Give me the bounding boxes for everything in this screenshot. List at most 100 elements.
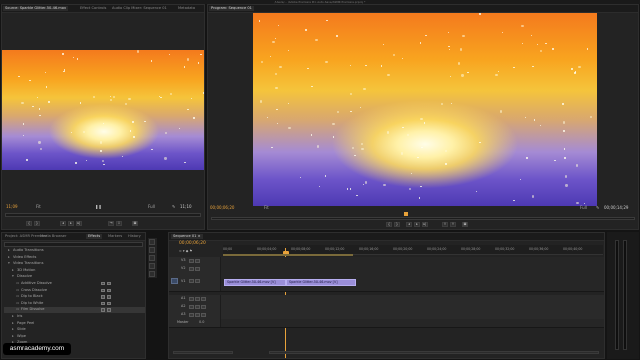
source-patch-v1[interactable] [171, 278, 178, 284]
effects-tree-item[interactable]: ▸ Iris [4, 314, 145, 320]
effects-tree-item[interactable]: ▭ Dip to White [4, 301, 145, 307]
track-v3-label: V3 [181, 258, 186, 262]
selection-tool-icon[interactable] [149, 239, 155, 245]
sparkle-particle [144, 120, 146, 122]
source-time-ruler[interactable] [5, 213, 201, 217]
tab-sequence-01[interactable]: Sequence 01 × [171, 234, 203, 239]
tab-program[interactable]: Program: Sequence 01 [209, 6, 254, 11]
track-v1-eye-icon[interactable] [195, 279, 200, 283]
program-step-back-button[interactable]: ◂ [406, 222, 412, 227]
program-transport: { } ◂ ▸ ▸| ⇧ ⇪ ▣ [208, 221, 638, 229]
program-fit-dropdown[interactable]: Fit [264, 205, 269, 211]
export-frame-button[interactable]: ▣ [132, 221, 138, 226]
track-a3-lock-icon[interactable] [189, 312, 194, 317]
timeline-clip[interactable]: Sparkle Glitter-50-46.mov [V] [224, 279, 286, 286]
program-mark-out-button[interactable]: } [394, 222, 400, 227]
program-step-forward-button[interactable]: ▸| [422, 222, 428, 227]
sparkle-particle [423, 122, 426, 124]
ruler-tick-label: 00;00;32;00 [495, 247, 515, 251]
sparkle-particle [578, 65, 581, 69]
effects-tree-item[interactable]: ▸ Video Effects [4, 255, 145, 261]
accelerated-effect-icon [101, 282, 115, 286]
sparkle-particle [400, 152, 404, 155]
program-play-button[interactable]: ▸ [414, 222, 420, 227]
tab-source[interactable]: Source: Sparkle Glitter-50-46.mov [3, 6, 69, 11]
program-playhead-marker-icon[interactable] [404, 212, 408, 216]
effects-tree-item[interactable]: ▸ Page Peel [4, 321, 145, 327]
source-full-dropdown[interactable]: Full [148, 204, 155, 210]
track-a3-mute-icon[interactable] [195, 312, 200, 317]
track-master: Master 0.0 [169, 319, 604, 328]
effects-search-input[interactable] [4, 242, 143, 247]
sparkle-particle [387, 73, 390, 77]
sparkle-particle [519, 179, 522, 181]
effects-tree-item[interactable]: ▸ 3D Motion [4, 268, 145, 274]
track-select-tool-icon[interactable] [149, 247, 155, 253]
effects-tree-item[interactable]: ▭ Cross Dissolve [4, 288, 145, 294]
effects-tree-item[interactable]: ▸ Wipe [4, 334, 145, 340]
program-timecode-current[interactable]: 00;00;06;20 [210, 205, 234, 211]
track-a2-lock-icon[interactable] [189, 304, 194, 309]
lift-button[interactable]: ⇧ [442, 222, 448, 227]
program-export-frame-button[interactable]: ▣ [462, 222, 468, 227]
track-v2-label: V2 [181, 266, 186, 270]
sparkle-particle [336, 35, 338, 37]
mark-in-button[interactable]: { [26, 221, 32, 226]
source-fit-dropdown[interactable]: Fit [36, 204, 41, 210]
effects-tree-item[interactable]: ▭ Film Dissolve [4, 307, 145, 313]
tab-metadata[interactable]: Metadata [176, 6, 197, 11]
source-timecode-in[interactable]: 11;09 [6, 204, 18, 210]
tab-markers[interactable]: Markers [106, 234, 124, 239]
track-a1-lock-icon[interactable] [189, 296, 194, 301]
sparkle-particle [552, 48, 554, 50]
tab-media-browser[interactable]: Media Browser [38, 234, 69, 239]
track-a1-solo-icon[interactable] [201, 296, 206, 301]
mark-out-button[interactable]: } [34, 221, 40, 226]
work-area-bar[interactable] [223, 254, 353, 256]
play-button[interactable]: ▸ [68, 221, 74, 226]
track-v2-eye-icon[interactable] [195, 266, 200, 271]
program-time-ruler[interactable] [211, 217, 635, 220]
track-v2-lock-icon[interactable] [189, 266, 194, 271]
track-v1-lock-icon[interactable] [189, 279, 194, 283]
effects-tree-item[interactable]: ▭ Dip to Black [4, 294, 145, 300]
timeline-zoom-scrollbar[interactable] [269, 351, 599, 354]
track-a2-solo-icon[interactable] [201, 304, 206, 309]
sparkle-particle [288, 126, 291, 130]
effects-tree-item[interactable]: ▾ Video Transitions [4, 261, 145, 267]
track-a2-mute-icon[interactable] [195, 304, 200, 309]
track-a1-mute-icon[interactable] [195, 296, 200, 301]
tab-history[interactable]: History [126, 234, 143, 239]
step-back-button[interactable]: ◂ [60, 221, 66, 226]
program-wrench-icon[interactable]: ✎ [596, 206, 600, 210]
effects-tree-item[interactable]: ▸ Slide [4, 327, 145, 333]
tab-effects[interactable]: Effects [86, 234, 103, 239]
effects-tree-item[interactable]: ▸ Audio Transitions [4, 248, 145, 254]
effects-tree-item[interactable]: ▭ Additive Dissolve [4, 281, 145, 287]
timeline-timecode[interactable]: 00;00;06;20 [179, 241, 206, 247]
ripple-edit-tool-icon[interactable] [149, 255, 155, 261]
hand-tool-icon[interactable] [149, 271, 155, 277]
tab-audio-clip-mixer[interactable]: Audio Clip Mixer: Sequence 01 [110, 6, 169, 11]
wrench-icon[interactable]: ✎ [172, 205, 176, 209]
timeline-snap-icon[interactable]: ⊂ ▾ ◆ ⚑ [179, 249, 209, 253]
program-mark-in-button[interactable]: { [386, 222, 392, 227]
tab-effect-controls[interactable]: Effect Controls [78, 6, 108, 11]
timeline-clip[interactable]: Sparkle Glitter-50-46.mov [V] [286, 279, 356, 286]
insert-button[interactable]: ⇥ [108, 221, 114, 226]
track-v3-eye-icon[interactable] [195, 258, 200, 263]
step-forward-button[interactable]: ▸| [76, 221, 82, 226]
extract-button[interactable]: ⇪ [450, 222, 456, 227]
track-a3-solo-icon[interactable] [201, 312, 206, 317]
sparkle-particle [269, 56, 271, 58]
sparkle-particle [121, 155, 124, 158]
sparkle-particle [467, 71, 469, 74]
source-pause-icon[interactable]: ❚❚ [95, 204, 102, 209]
effects-tree-item[interactable]: ▾ Dissolve [4, 274, 145, 280]
overwrite-button[interactable]: ⇩ [116, 221, 122, 226]
timeline-horizontal-scrollbar[interactable] [173, 351, 233, 354]
program-full-dropdown[interactable]: Full [580, 205, 587, 211]
razor-tool-icon[interactable] [149, 263, 155, 269]
track-v3-lock-icon[interactable] [189, 258, 194, 263]
master-value[interactable]: 0.0 [199, 320, 204, 324]
